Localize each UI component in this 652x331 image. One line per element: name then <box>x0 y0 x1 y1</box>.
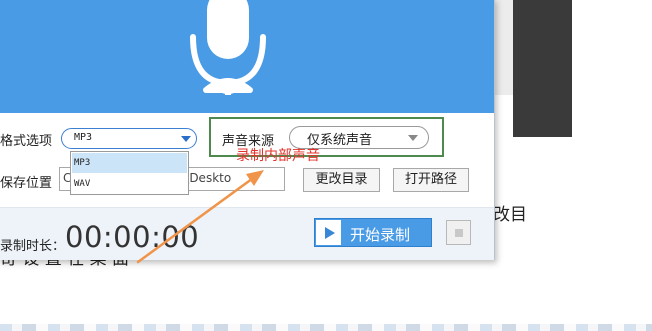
stop-icon <box>455 229 463 237</box>
chevron-down-icon <box>181 136 191 142</box>
duration-label: 录制时长： <box>0 239 66 254</box>
format-label: 格式选项 <box>0 134 53 149</box>
open-path-button[interactable]: 打开路径 <box>393 168 469 192</box>
background-strip <box>0 324 652 331</box>
format-option-wav[interactable]: WAV <box>72 174 187 194</box>
save-path-value: or\Deskto <box>173 171 232 185</box>
chevron-down-icon <box>408 135 418 141</box>
format-option-mp3[interactable]: MP3 <box>72 153 187 173</box>
save-location-label: 保存位置 <box>0 176 53 191</box>
record-timer: 00:00:00 <box>65 220 200 254</box>
start-recording-button[interactable]: 开始录制 <box>314 218 432 247</box>
annotation-text: 录制内部声音 <box>236 148 320 164</box>
format-selected-value: MP3 <box>74 132 93 143</box>
start-recording-label: 开始录制 <box>350 226 411 244</box>
background-panel <box>493 0 513 95</box>
change-directory-button[interactable]: 更改目录 <box>303 168 380 192</box>
microphone-icon <box>190 0 266 95</box>
format-select[interactable]: MP3 <box>61 128 197 149</box>
format-dropdown-list: MP3 WAV <box>70 151 189 195</box>
dialog-header <box>0 0 494 113</box>
stop-button[interactable] <box>446 220 471 245</box>
background-dark-panel <box>513 0 572 137</box>
recorder-dialog: 格式选项 MP3 声音来源 仅系统声音 保存位置 C or\Deskto 更改目… <box>0 0 495 260</box>
play-icon <box>316 220 341 245</box>
background-text: 改目 <box>493 205 527 225</box>
